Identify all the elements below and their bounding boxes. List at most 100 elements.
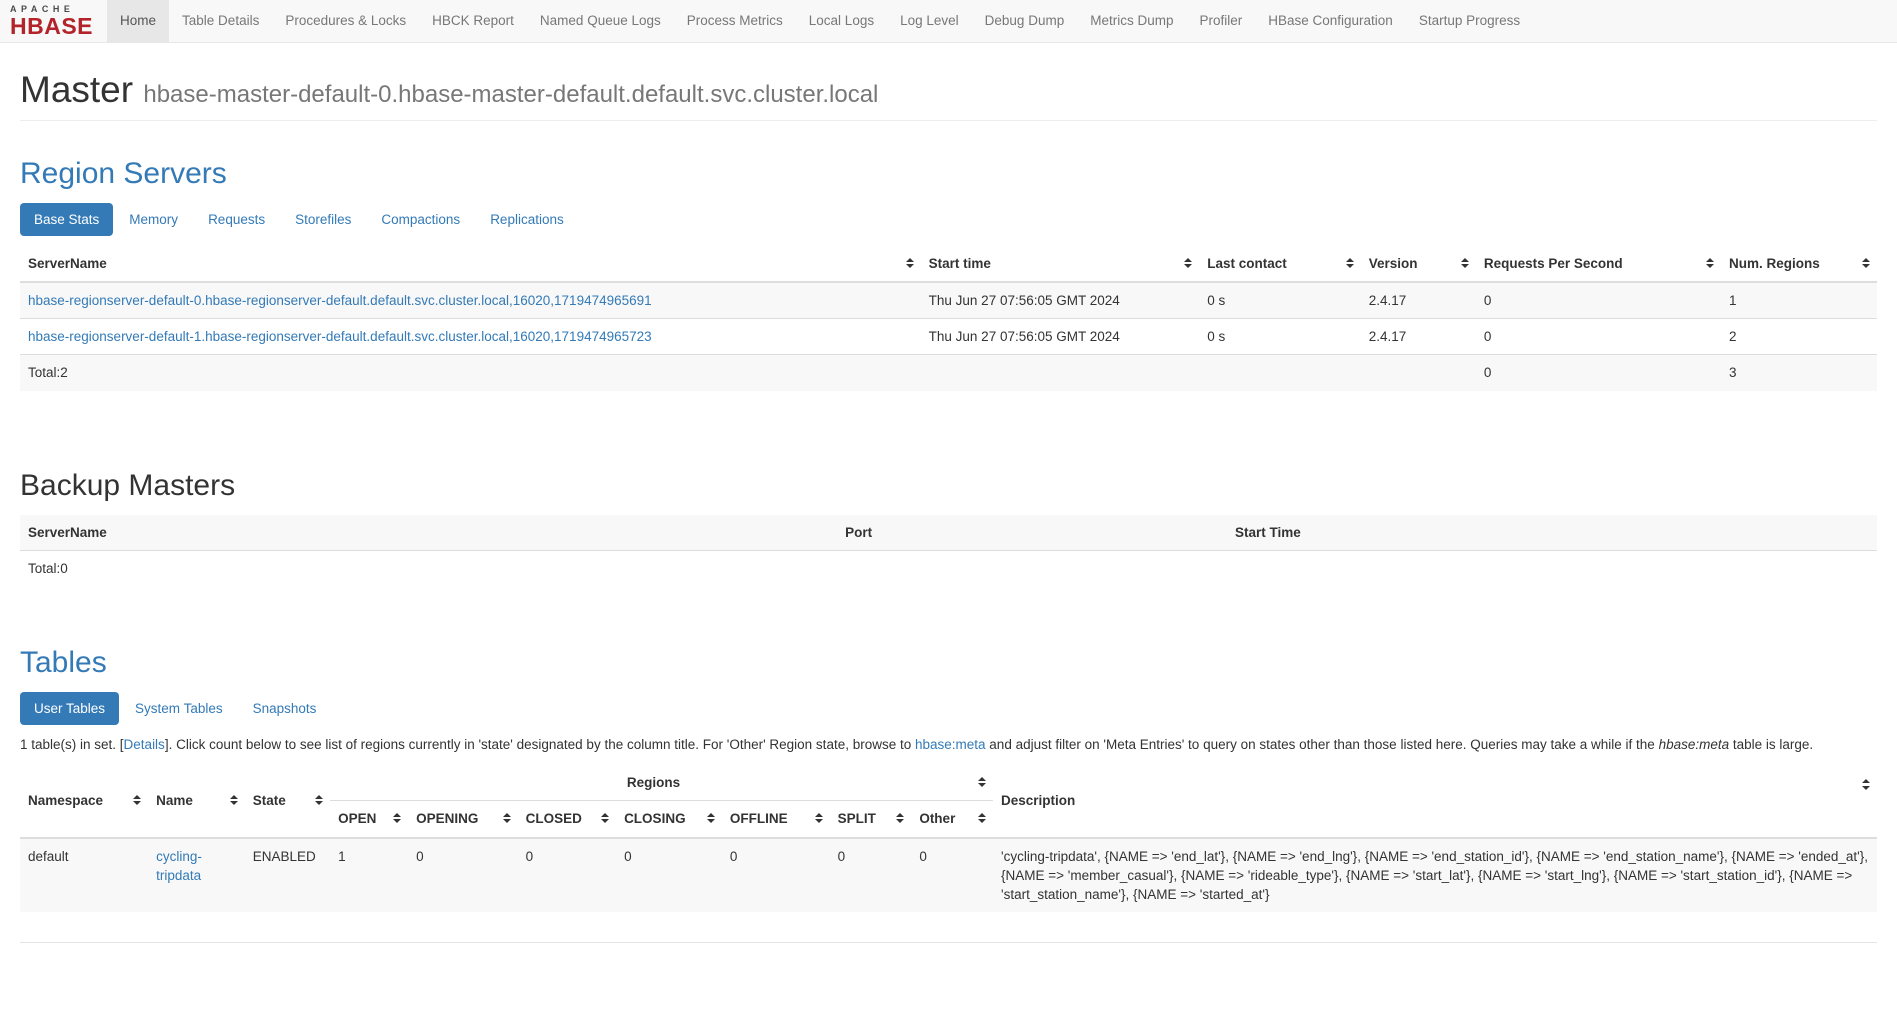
sort-icon <box>393 813 401 824</box>
start-time-cell: Thu Jun 27 07:56:05 GMT 2024 <box>921 282 1200 319</box>
note-italic-text: hbase:meta <box>1659 737 1730 752</box>
nav-item-log-level[interactable]: Log Level <box>887 0 972 42</box>
region-count-opening[interactable]: 0 <box>408 838 518 912</box>
region-servers-total-row: Total:2 03 <box>20 355 1877 391</box>
tab-compactions[interactable]: Compactions <box>367 203 474 236</box>
start-time-cell: Thu Jun 27 07:56:05 GMT 2024 <box>921 319 1200 355</box>
sort-icon <box>978 777 986 788</box>
tab-base-stats[interactable]: Base Stats <box>20 203 113 236</box>
col-closing[interactable]: CLOSING <box>616 801 722 838</box>
tab-user-tables[interactable]: User Tables <box>20 692 119 725</box>
requests-per-second-cell: 0 <box>1476 319 1721 355</box>
nav-item-process-metrics[interactable]: Process Metrics <box>674 0 796 42</box>
col-state[interactable]: State <box>245 765 330 837</box>
backup-masters-total: Total:0 <box>20 550 837 586</box>
col-servername[interactable]: ServerName <box>20 246 921 282</box>
nav-item-procedures-locks[interactable]: Procedures & Locks <box>272 0 419 42</box>
sort-icon <box>1461 258 1469 269</box>
sort-icon <box>1862 258 1870 269</box>
tab-replications[interactable]: Replications <box>476 203 578 236</box>
region-count-other[interactable]: 0 <box>911 838 993 912</box>
num-regions-cell: 1 <box>1721 282 1877 319</box>
nav-item-profiler[interactable]: Profiler <box>1186 0 1255 42</box>
col-regions-group-label: Regions <box>627 775 680 790</box>
tables-tabs: User TablesSystem TablesSnapshots <box>20 692 1877 725</box>
col-requests-per-second[interactable]: Requests Per Second <box>1476 246 1721 282</box>
tab-requests[interactable]: Requests <box>194 203 279 236</box>
total-requests-per-second: 0 <box>1476 355 1721 391</box>
sort-icon <box>1346 258 1354 269</box>
col-namespace-label: Namespace <box>28 793 103 808</box>
navbar-menu: HomeTable DetailsProcedures & LocksHBCK … <box>107 0 1533 42</box>
col-closed[interactable]: CLOSED <box>518 801 616 838</box>
col-state-label: State <box>253 793 286 808</box>
hbase-meta-link[interactable]: hbase:meta <box>915 737 986 752</box>
region-count-open[interactable]: 1 <box>330 838 408 912</box>
nav-item-startup-progress[interactable]: Startup Progress <box>1406 0 1533 42</box>
col-offline[interactable]: OFFLINE <box>722 801 830 838</box>
col-split[interactable]: SPLIT <box>830 801 912 838</box>
regionserver-link[interactable]: hbase-regionserver-default-0.hbase-regio… <box>28 293 652 308</box>
col-num-regions[interactable]: Num. Regions <box>1721 246 1877 282</box>
regionserver-link[interactable]: hbase-regionserver-default-1.hbase-regio… <box>28 329 652 344</box>
col-version[interactable]: Version <box>1361 246 1476 282</box>
backup-masters-heading: Backup Masters <box>20 469 1877 503</box>
region-count-closing[interactable]: 0 <box>616 838 722 912</box>
sort-icon <box>906 258 914 269</box>
tab-snapshots[interactable]: Snapshots <box>239 692 331 725</box>
total-num-regions: 3 <box>1721 355 1877 391</box>
nav-item-local-logs[interactable]: Local Logs <box>796 0 887 42</box>
note-text: ]. Click count below to see list of regi… <box>165 737 915 752</box>
region-server-row: hbase-regionserver-default-0.hbase-regio… <box>20 282 1877 319</box>
col-num-regions-label: Num. Regions <box>1729 256 1820 271</box>
nav-item-named-queue-logs[interactable]: Named Queue Logs <box>527 0 674 42</box>
region-count-offline[interactable]: 0 <box>722 838 830 912</box>
col-description[interactable]: Description <box>993 765 1877 837</box>
sort-icon <box>133 795 141 806</box>
col-requests-per-second-label: Requests Per Second <box>1484 256 1623 271</box>
col-start-time[interactable]: Start time <box>921 246 1200 282</box>
col-name[interactable]: Name <box>148 765 245 837</box>
col-opening-label: OPENING <box>416 811 478 826</box>
col-namespace[interactable]: Namespace <box>20 765 148 837</box>
nav-item-hbck-report[interactable]: HBCK Report <box>419 0 527 42</box>
nav-item-home[interactable]: Home <box>107 0 169 42</box>
regionserver-name-cell: hbase-regionserver-default-0.hbase-regio… <box>20 282 921 319</box>
nav-item-hbase-configuration[interactable]: HBase Configuration <box>1255 0 1406 42</box>
state-cell: ENABLED <box>245 838 330 912</box>
tab-system-tables[interactable]: System Tables <box>121 692 237 725</box>
tables-heading: Tables <box>20 646 1877 680</box>
total-label: Total:2 <box>20 355 921 391</box>
sort-icon <box>1706 258 1714 269</box>
page-header: Master hbase-master-default-0.hbase-mast… <box>20 69 1877 121</box>
region-count-split[interactable]: 0 <box>830 838 912 912</box>
col-opening[interactable]: OPENING <box>408 801 518 838</box>
col-open[interactable]: OPEN <box>330 801 408 838</box>
details-link[interactable]: Details <box>124 737 165 752</box>
col-servername-label: ServerName <box>28 256 107 271</box>
col-regions-group[interactable]: Regions <box>330 765 993 801</box>
bm-col-servername: ServerName <box>20 515 837 551</box>
tab-storefiles[interactable]: Storefiles <box>281 203 365 236</box>
description-cell: 'cycling-tripdata', {NAME => 'end_lat'},… <box>993 838 1877 912</box>
tab-memory[interactable]: Memory <box>115 203 192 236</box>
col-other[interactable]: Other <box>911 801 993 838</box>
sort-icon <box>503 813 511 824</box>
table-name-link[interactable]: cycling-tripdata <box>156 849 202 883</box>
namespace-cell: default <box>20 838 148 912</box>
region-servers-table: ServerName Start time Last contact Versi… <box>20 246 1877 391</box>
col-last-contact-label: Last contact <box>1207 256 1287 271</box>
nav-item-table-details[interactable]: Table Details <box>169 0 272 42</box>
version-cell: 2.4.17 <box>1361 319 1476 355</box>
col-description-label: Description <box>1001 793 1075 808</box>
sort-icon <box>1862 779 1870 790</box>
region-servers-tbody: hbase-regionserver-default-0.hbase-regio… <box>20 282 1877 390</box>
note-text: 1 table(s) in set. [ <box>20 737 124 752</box>
region-count-closed[interactable]: 0 <box>518 838 616 912</box>
hbase-logo[interactable]: APACHE HBASE <box>0 0 107 42</box>
col-last-contact[interactable]: Last contact <box>1199 246 1361 282</box>
nav-item-debug-dump[interactable]: Debug Dump <box>972 0 1078 42</box>
note-text: table is large. <box>1729 737 1813 752</box>
sort-icon <box>978 813 986 824</box>
nav-item-metrics-dump[interactable]: Metrics Dump <box>1077 0 1186 42</box>
